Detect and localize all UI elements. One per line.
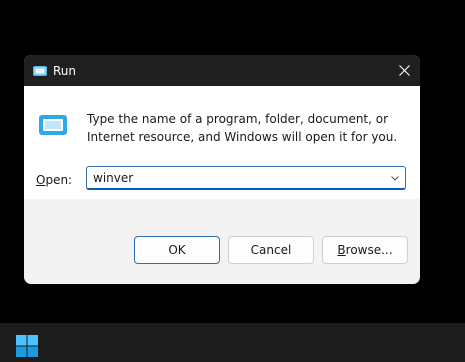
windows-start-icon[interactable]: [16, 335, 38, 357]
open-combobox[interactable]: winver: [86, 166, 406, 190]
desktop: Run Type the name of a program, folder, …: [0, 0, 465, 362]
chevron-down-icon[interactable]: [389, 172, 401, 184]
taskbar: [0, 323, 465, 362]
window-title: Run: [53, 64, 77, 78]
dialog-content: Type the name of a program, folder, docu…: [24, 86, 420, 199]
title-bar[interactable]: Run: [24, 55, 420, 86]
open-input[interactable]: winver: [93, 170, 133, 186]
run-app-icon: [33, 66, 47, 76]
cancel-button[interactable]: Cancel: [228, 236, 314, 264]
run-dialog: Run Type the name of a program, folder, …: [24, 55, 420, 284]
browse-label: rowse...: [345, 243, 393, 257]
browse-button[interactable]: Browse...: [322, 236, 408, 264]
browse-accesskey: B: [337, 243, 346, 257]
run-icon: [39, 115, 67, 135]
open-label-text: pen:: [45, 173, 73, 187]
dialog-description: Type the name of a program, folder, docu…: [87, 112, 398, 144]
ok-button[interactable]: OK: [134, 236, 220, 264]
open-label: Open:: [36, 172, 72, 188]
close-button[interactable]: [388, 55, 420, 86]
close-icon: [398, 65, 410, 76]
